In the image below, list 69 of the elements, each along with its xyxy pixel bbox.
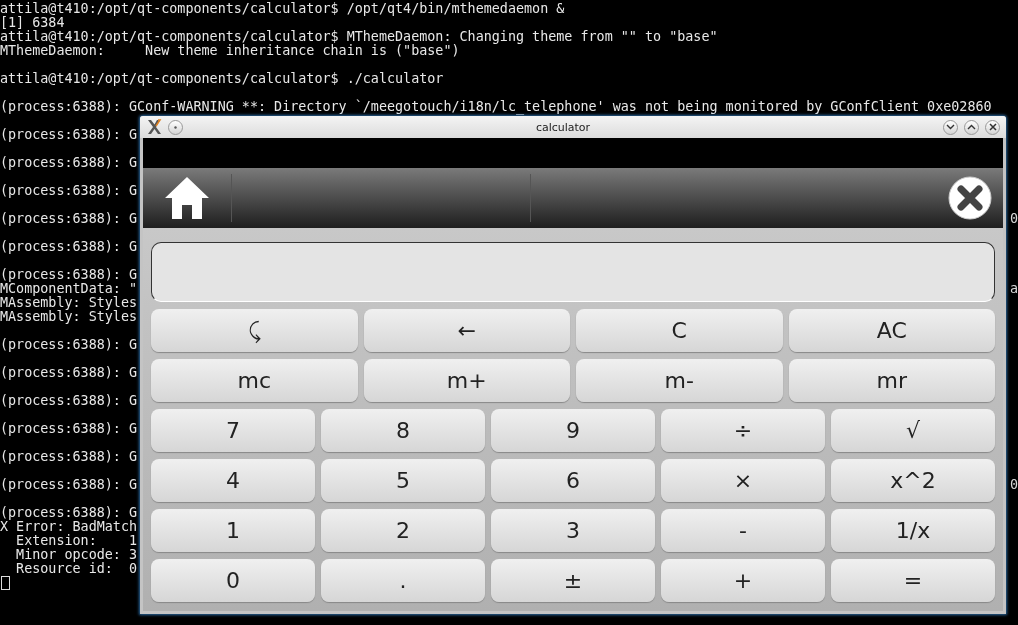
terminal-line: Minor opcode: 3 — [15, 548, 138, 562]
keypad-key[interactable]: ⤹ — [151, 309, 358, 352]
keypad-key[interactable]: = — [831, 559, 995, 602]
close-button[interactable] — [985, 119, 1000, 135]
terminal-line: Extension: 1 — [15, 534, 138, 548]
keypad-key[interactable]: 2 — [321, 509, 485, 552]
terminal-line: 0 — [1009, 212, 1018, 226]
keypad-key[interactable]: ÷ — [661, 409, 825, 452]
keypad-key[interactable]: 6 — [491, 459, 655, 502]
close-icon — [947, 175, 993, 221]
keypad-key[interactable]: 7 — [151, 409, 315, 452]
keypad-key[interactable]: + — [661, 559, 825, 602]
terminal-line: (process:6388): G — [0, 422, 138, 436]
terminal-line: (process:6388): G — [0, 450, 138, 464]
terminal-line: MAssembly: Styles — [0, 310, 138, 324]
terminal-line: (process:6388): G — [0, 366, 138, 380]
terminal-line: (process:6388): G — [0, 478, 138, 492]
keypad-key[interactable]: × — [661, 459, 825, 502]
terminal-line: (process:6388): G — [0, 184, 138, 198]
terminal-line: (process:6388): G — [0, 506, 138, 520]
keypad-key[interactable]: 4 — [151, 459, 315, 502]
terminal-line: attila@t410:/opt/qt-components/calculator$ /opt/qt4/bin/mthemedaemon & — [0, 2, 565, 16]
keypad-key[interactable]: 1 — [151, 509, 315, 552]
keypad-key[interactable]: . — [321, 559, 485, 602]
terminal-line: (process:6388): GConf-WARNING **: Directory `/meegotouch/i18n/lc_telephone' was not being monitored by GConfClient 0xe02860 — [0, 100, 992, 114]
keypad-key[interactable]: m+ — [363, 359, 570, 402]
keypad-key[interactable]: m- — [576, 359, 783, 402]
terminal-line: (process:6388): G — [0, 128, 138, 142]
chevron-down-icon — [946, 124, 955, 130]
x-logo-icon — [146, 119, 162, 135]
terminal-line: [1] 6384 — [0, 16, 65, 30]
home-icon — [164, 176, 210, 220]
close-icon — [988, 123, 997, 131]
keypad-key[interactable]: 5 — [321, 459, 485, 502]
text-cursor — [1, 576, 10, 590]
keypad-key[interactable]: C — [576, 309, 783, 352]
keypad-key[interactable]: x^2 — [831, 459, 995, 502]
dot-icon — [174, 125, 177, 129]
keypad-key[interactable]: √ — [831, 409, 995, 452]
terminal-line: (process:6388): G — [0, 156, 138, 170]
terminal-line: MComponentData: " — [0, 282, 138, 296]
terminal-line: X Error: BadMatch — [0, 520, 138, 534]
keypad-key[interactable]: 8 — [321, 409, 485, 452]
keypad-key[interactable]: AC — [788, 309, 995, 352]
terminal-line: 0 — [1009, 478, 1018, 492]
terminal-line: MAssembly: Styles — [0, 296, 138, 310]
keypad-key[interactable]: ± — [491, 559, 655, 602]
terminal-line: (process:6388): G — [0, 268, 138, 282]
keypad-key[interactable]: 9 — [491, 409, 655, 452]
terminal-line: (process:6388): G — [0, 338, 138, 352]
minimize-button[interactable] — [943, 119, 958, 135]
chevron-up-icon — [967, 124, 976, 130]
keypad-key[interactable]: - — [661, 509, 825, 552]
terminal-line: MThemeDaemon: New theme inheritance chain is ("base") — [0, 44, 460, 58]
window-title: calculator — [534, 120, 592, 134]
terminal-line: attila@t410:/opt/qt-components/calculator$ MThemeDaemon: Changing theme from "" to "base" — [0, 30, 718, 44]
keypad-key[interactable]: 3 — [491, 509, 655, 552]
maximize-button[interactable] — [964, 119, 979, 135]
keypad-key[interactable]: 1/x — [831, 509, 995, 552]
terminal-line: (process:6388): G — [0, 212, 138, 226]
keypad-key[interactable]: mc — [151, 359, 358, 402]
terminal-line: Resource id: 0 — [15, 562, 138, 576]
keypad-key[interactable]: mr — [788, 359, 995, 402]
terminal-line: (process:6388): G — [0, 394, 138, 408]
keypad-key[interactable]: 0 — [151, 559, 315, 602]
terminal-line: (process:6388): G — [0, 240, 138, 254]
terminal-line: a — [1009, 282, 1018, 296]
terminal-line: attila@t410:/opt/qt-components/calculator$ ./calculator — [0, 72, 444, 86]
keypad-key[interactable]: ← — [363, 309, 570, 352]
